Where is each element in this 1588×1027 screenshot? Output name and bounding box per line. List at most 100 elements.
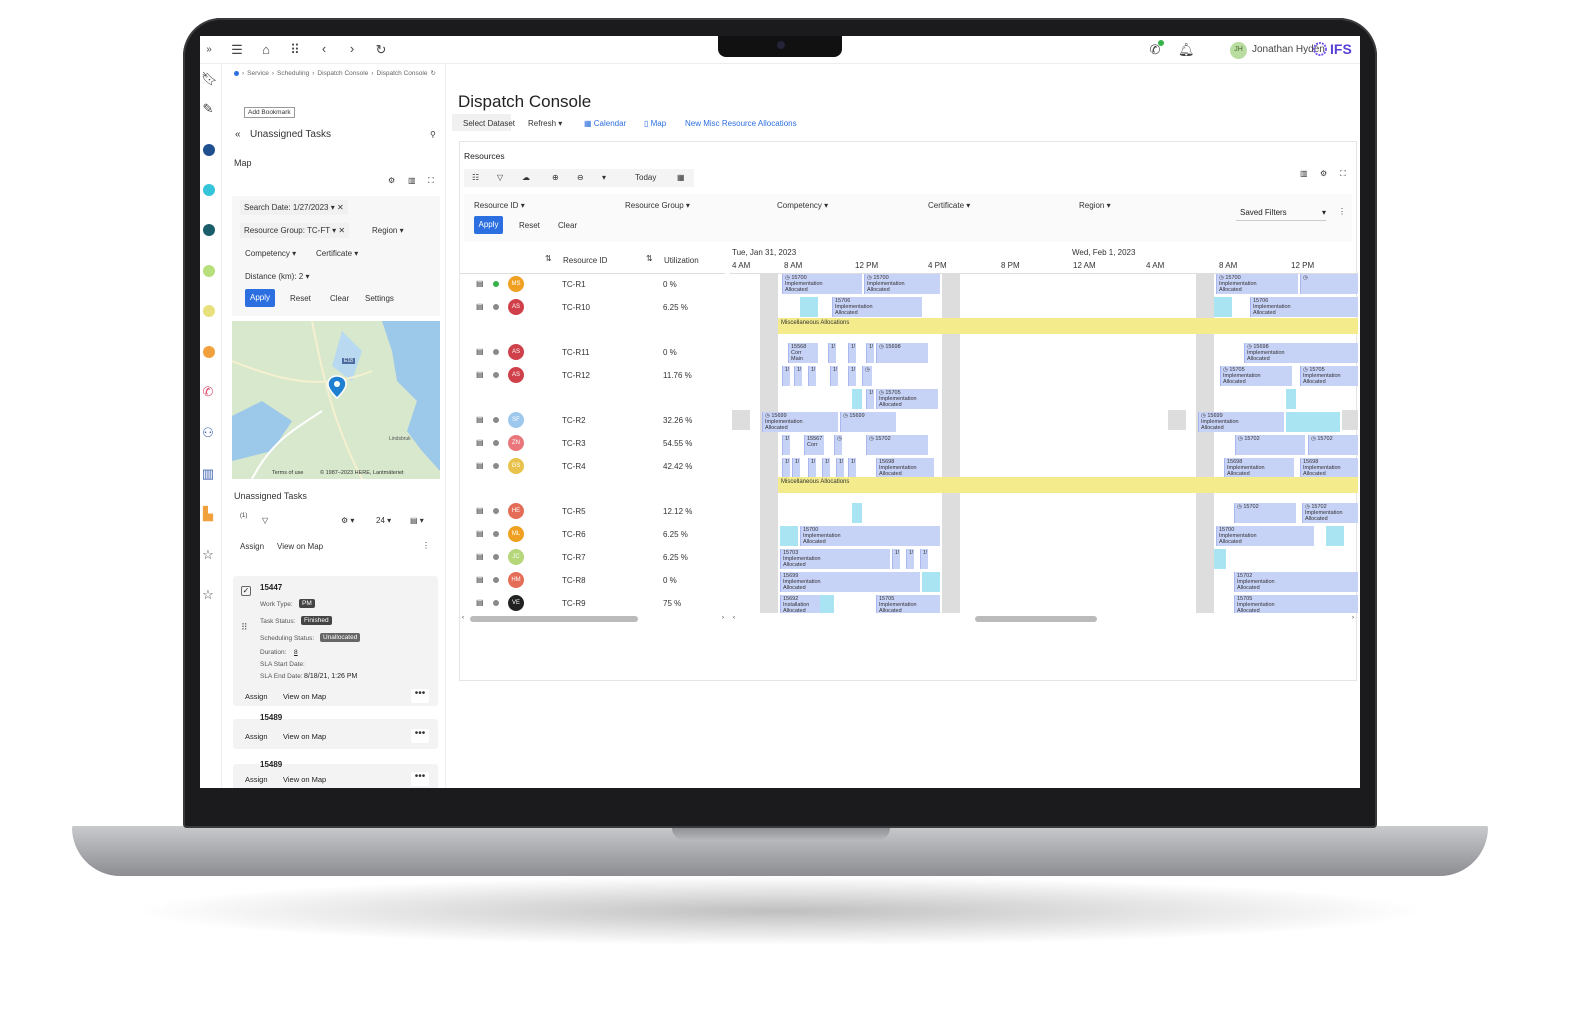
star-icon[interactable]: ☆ — [201, 548, 215, 562]
allocation-bar[interactable]: 15700 Implementation Allocated — [800, 526, 940, 546]
competency-filter[interactable]: Competency ▾ — [245, 249, 296, 258]
allocation-bar[interactable]: 1! — [808, 458, 816, 478]
map-button[interactable]: ▯ Map — [644, 119, 666, 128]
location-pin-icon[interactable] — [327, 375, 347, 399]
allocation-bar[interactable]: ◷ 15698 Implementation Allocated — [1244, 343, 1358, 363]
allocation-bar[interactable]: 1! — [906, 549, 914, 569]
misc-allocation-bar[interactable]: Miscellaneous Allocations — [778, 477, 1358, 493]
pin-icon[interactable]: ⚲ — [430, 130, 436, 139]
cloud-icon[interactable]: ☁ — [522, 173, 530, 182]
view-on-map-button[interactable]: View on Map — [283, 732, 326, 741]
grid-scrollbar-thumb[interactable] — [470, 616, 638, 622]
certificate-filter[interactable]: Certificate ▾ — [316, 249, 358, 258]
chart-icon[interactable]: ▥ — [201, 467, 215, 481]
star-icon[interactable]: ☆ — [201, 588, 215, 602]
certificate-filter[interactable]: Certificate ▾ — [928, 201, 970, 210]
allocation-bar[interactable]: ◷ 15699 Implementation Allocated — [762, 412, 838, 432]
row-menu-icon[interactable]: ▤ — [476, 598, 484, 607]
allocation-bar[interactable]: 1! — [782, 366, 790, 386]
more-vertical-icon[interactable]: ⋮ — [1338, 207, 1346, 216]
rail-item-icon[interactable] — [203, 265, 215, 277]
menu-icon[interactable]: ☰ — [230, 43, 244, 57]
allocation-bar[interactable]: ◷ 15700 Implementation Allocated — [782, 274, 862, 294]
allocation-bar[interactable]: ◷ — [862, 366, 872, 386]
saved-filters-select[interactable]: Saved Filters ▾ — [1236, 205, 1326, 221]
reset-button[interactable]: Reset — [290, 294, 311, 303]
table-row[interactable]: ▤ HE TC-R5 12.12 % — [460, 500, 725, 522]
more-horizontal-icon[interactable]: ••• — [411, 729, 429, 743]
page-size-select[interactable]: 24 ▾ — [376, 516, 391, 525]
assign-button[interactable]: Assign — [245, 692, 268, 701]
bell-icon[interactable]: 🔔︎ — [1178, 43, 1195, 57]
home-dot-icon[interactable] — [234, 70, 239, 76]
phone-icon[interactable]: ✆ — [201, 385, 215, 399]
competency-filter[interactable]: Competency ▾ — [777, 201, 828, 210]
row-menu-icon[interactable]: ▤ — [476, 529, 484, 538]
task-checkbox[interactable]: ✓ — [241, 586, 251, 596]
allocation-bar[interactable]: ◷ 15702 — [866, 435, 928, 455]
table-row[interactable]: ▤ JC TC-R7 6.25 % — [460, 546, 725, 568]
expand-icon[interactable]: ⛶ — [428, 176, 434, 186]
zoom-out-icon[interactable]: ⊖ — [577, 173, 584, 182]
dropdown-icon[interactable]: ▾ — [602, 173, 606, 182]
allocation-bar[interactable]: 1! — [830, 366, 838, 386]
home-icon[interactable]: ⌂ — [259, 43, 273, 57]
allocation-bar[interactable]: 15700 Implementation Allocated — [1216, 526, 1314, 546]
col-utilization[interactable]: Utilization — [664, 256, 699, 265]
assign-button[interactable]: Assign — [240, 542, 264, 551]
rail-item-icon[interactable] — [203, 346, 215, 358]
rail-item-icon[interactable] — [203, 305, 215, 317]
distance-filter[interactable]: Distance (km): 2 ▾ — [245, 272, 309, 281]
breadcrumb-item[interactable]: Dispatch Console — [317, 70, 368, 77]
allocation-bar[interactable]: 1! — [782, 458, 790, 478]
allocation-bar[interactable]: 1! — [792, 458, 800, 478]
allocation-bar[interactable]: 15706 Implementation Allocated — [832, 297, 922, 317]
table-row[interactable]: ▤ ML TC-R6 6.25 % — [460, 523, 725, 545]
today-button[interactable]: Today — [635, 173, 656, 182]
allocation-bar[interactable]: 15699 Implementation Allocated — [780, 572, 920, 592]
task-card[interactable]: 15489 Assign View on Map ••• — [233, 713, 438, 749]
allocation-bar[interactable]: ◷ 15702 — [1234, 503, 1296, 523]
reload-icon[interactable]: ↻ — [374, 43, 388, 57]
allocation-bar[interactable]: 1! — [848, 343, 856, 363]
table-row[interactable]: ▤ SF TC-R2 32.26 % — [460, 409, 725, 431]
task-card[interactable]: ✓ ⠿ 15447 Work Type: PM Task Status: Fin… — [233, 576, 438, 706]
apply-button[interactable]: Apply — [245, 289, 275, 307]
allocation-bar[interactable]: 1! — [794, 366, 802, 386]
rail-item-icon[interactable] — [203, 144, 215, 156]
allocation-bar[interactable]: ◷ 15705 Implementation Allocated — [876, 389, 938, 409]
allocation-bar[interactable]: 1! — [836, 458, 844, 478]
bar-chart-icon[interactable]: ▥ — [1300, 169, 1308, 178]
allocation-bar[interactable]: ◷ 15700 Implementation Allocated — [864, 274, 940, 294]
table-row[interactable]: ▤ HM TC-R8 0 % — [460, 569, 725, 591]
allocation-bar[interactable]: 15705 Implementation Allocated — [1234, 595, 1358, 613]
resource-id-filter[interactable]: Resource ID ▾ — [474, 201, 525, 210]
scroll-left-icon[interactable]: ‹ — [462, 615, 464, 621]
row-menu-icon[interactable]: ▤ — [476, 302, 484, 311]
expand-icon[interactable]: » — [202, 43, 216, 57]
allocation-bar[interactable]: ◷ 15699 Implementation Allocated — [1198, 412, 1284, 432]
allocation-bar[interactable]: 15568 Corr Main — [788, 343, 818, 363]
view-on-map-button[interactable]: View on Map — [277, 542, 323, 551]
refresh-icon[interactable]: ↻ — [430, 69, 435, 77]
back-icon[interactable]: ‹ — [317, 42, 331, 56]
allocation-bar[interactable]: ◷ 15702 — [1308, 435, 1358, 455]
row-menu-icon[interactable]: ▤ — [476, 552, 484, 561]
view-on-map-button[interactable]: View on Map — [283, 692, 326, 701]
row-menu-icon[interactable]: ▤ — [476, 370, 484, 379]
resource-group-chip[interactable]: Resource Group: TC-FT ▾ ✕ — [240, 223, 350, 238]
allocation-bar[interactable]: 1! — [866, 343, 874, 363]
filter-icon[interactable]: ▽ — [262, 516, 268, 525]
people-icon[interactable]: ⚇ — [201, 426, 215, 440]
table-row[interactable]: ▤ AS TC-R12 11.76 % — [460, 364, 725, 386]
breadcrumb-item[interactable]: Dispatch Console — [377, 70, 428, 77]
scroll-right-icon[interactable]: › — [722, 615, 724, 621]
sort-icon[interactable]: ⇅ — [545, 254, 552, 263]
table-row[interactable]: ▤ AS TC-R10 6.25 % — [460, 296, 725, 318]
zoom-in-icon[interactable]: ⊕ — [552, 173, 559, 182]
rail-item-icon[interactable] — [203, 184, 215, 196]
allocation-bar[interactable]: 1! — [892, 549, 900, 569]
region-filter[interactable]: Region ▾ — [1079, 201, 1111, 210]
sort-icon[interactable]: ⇅ — [646, 254, 653, 263]
bar-chart-icon[interactable]: ▥ — [408, 176, 416, 185]
